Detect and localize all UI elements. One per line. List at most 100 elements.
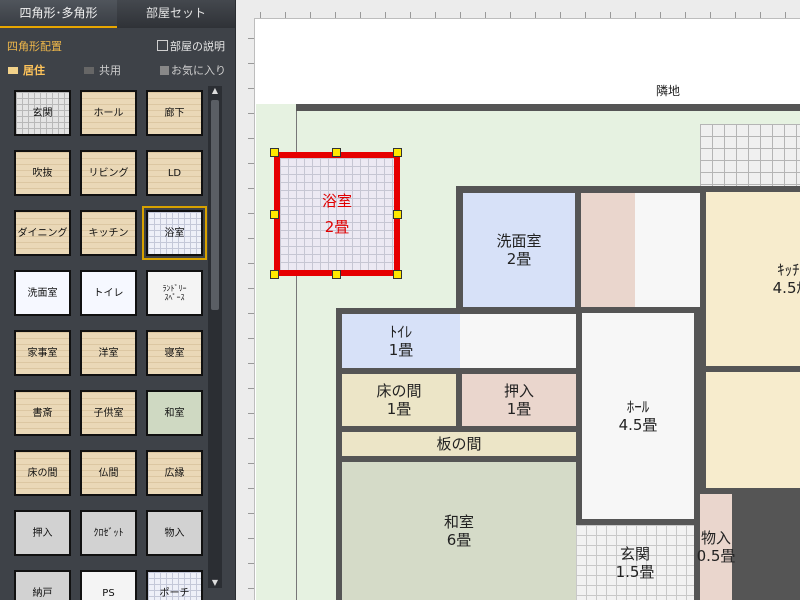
- ruler-tick: [248, 463, 254, 464]
- room-right-lower[interactable]: [700, 366, 800, 494]
- room-genkan[interactable]: 玄関 1.5畳: [576, 519, 700, 600]
- palette-item-closet[interactable]: ｸﾛｾﾞｯﾄ: [80, 510, 137, 556]
- palette-item-ps[interactable]: PS: [80, 570, 137, 600]
- ruler-tick: [435, 12, 436, 18]
- room-description-checkbox[interactable]: 部屋の説明: [157, 38, 225, 54]
- ruler-tick: [735, 12, 736, 18]
- room-bathroom-selected[interactable]: 浴室 2畳: [274, 152, 400, 276]
- resize-handle[interactable]: [270, 270, 279, 279]
- resize-handle[interactable]: [393, 148, 402, 157]
- palette-item-kids-room[interactable]: 子供室: [80, 390, 137, 436]
- palette-item-western-room[interactable]: 洋室: [80, 330, 137, 376]
- floor-plan-canvas[interactable]: 隣地 洗面室 2畳 ﾄｲﾚ 1畳 床の間 1畳 押入 1畳 ﾎｰﾙ 4.5畳 板…: [236, 0, 800, 600]
- neighbor-lot-label: 隣地: [656, 84, 681, 98]
- ruler-tick: [248, 313, 254, 314]
- palette-item-utility-room[interactable]: 家事室: [14, 330, 71, 376]
- room-washroom[interactable]: 洗面室 2畳: [457, 187, 581, 313]
- resize-handle[interactable]: [270, 210, 279, 219]
- palette-item-living[interactable]: リビング: [80, 150, 137, 196]
- room-monoire[interactable]: 物入 0.5畳: [694, 488, 738, 600]
- palette-item-butsuma[interactable]: 仏間: [80, 450, 137, 496]
- corridor[interactable]: [635, 187, 701, 313]
- palette-item-oshiire[interactable]: 押入: [14, 510, 71, 556]
- palette-item-engawa[interactable]: 広縁: [146, 450, 203, 496]
- palette-item-kitchen[interactable]: キッチン: [80, 210, 137, 256]
- ruler-tick: [510, 12, 511, 18]
- ruler-tick: [248, 163, 254, 164]
- ruler-tick: [460, 12, 461, 18]
- palette-item-japanese-room[interactable]: 和室: [146, 390, 203, 436]
- ruler-tick: [485, 12, 486, 18]
- palette-item-bathroom[interactable]: 浴室: [142, 206, 207, 260]
- room-oshiire[interactable]: 押入 1畳: [456, 368, 582, 432]
- ruler-tick: [360, 12, 361, 18]
- folder-icon: [84, 67, 94, 74]
- ruler-tick: [248, 513, 254, 514]
- room-palette-panel: 四角形･多角形 部屋セット 四角形配置 部屋の説明 居住 共用 お気に入り 玄関…: [0, 0, 236, 600]
- palette-item-bedroom[interactable]: 寝室: [146, 330, 203, 376]
- resize-handle[interactable]: [332, 270, 341, 279]
- ruler-tick: [248, 538, 254, 539]
- ruler-tick: [248, 238, 254, 239]
- room-japanese[interactable]: 和室 6畳: [336, 456, 582, 600]
- ruler-tick: [248, 138, 254, 139]
- resize-handle[interactable]: [393, 210, 402, 219]
- ruler-tick: [710, 12, 711, 18]
- ruler-tick: [248, 438, 254, 439]
- ruler-tick: [248, 388, 254, 389]
- ruler-tick: [248, 363, 254, 364]
- room-hall[interactable]: ﾎｰﾙ 4.5畳: [576, 313, 700, 525]
- ruler-tick: [785, 12, 786, 18]
- favorite-icon: [160, 66, 169, 75]
- top-ruler: [236, 0, 800, 19]
- palette-item-genkan[interactable]: 玄関: [14, 90, 71, 136]
- scroll-thumb[interactable]: [211, 100, 219, 310]
- ruler-tick: [248, 63, 254, 64]
- ruler-tick: [560, 12, 561, 18]
- palette-item-dining[interactable]: ダイニング: [14, 210, 71, 256]
- palette-item-atrium[interactable]: 吹抜: [14, 150, 71, 196]
- checkbox-icon: [157, 40, 168, 51]
- room-storage-small[interactable]: [575, 187, 641, 313]
- palette-item-storage[interactable]: 物入: [146, 510, 203, 556]
- category-label: 居住: [23, 64, 45, 77]
- ruler-tick: [385, 12, 386, 18]
- category-shared[interactable]: 共用: [84, 62, 121, 78]
- resize-handle[interactable]: [332, 148, 341, 157]
- room-kitchen[interactable]: ｷｯﾁ 4.5ｶ: [700, 186, 800, 372]
- category-favorites[interactable]: お気に入り: [160, 62, 226, 78]
- ruler-tick: [248, 38, 254, 39]
- palette-item-toilet[interactable]: トイレ: [80, 270, 137, 316]
- palette-item-porch[interactable]: ポーチ: [146, 570, 203, 600]
- ruler-tick: [760, 12, 761, 18]
- tab-room-set[interactable]: 部屋セット: [117, 0, 235, 28]
- ruler-tick: [410, 12, 411, 18]
- scroll-up-arrow-icon[interactable]: ▲: [208, 86, 222, 96]
- palette-item-study[interactable]: 書斎: [14, 390, 71, 436]
- palette-item-laundry[interactable]: ﾗﾝﾄﾞﾘｰ ｽﾍﾟｰｽ: [146, 270, 203, 316]
- ruler-tick: [248, 263, 254, 264]
- ruler-tick: [248, 213, 254, 214]
- palette-scrollbar[interactable]: ▲ ▼: [208, 86, 222, 588]
- palette-item-ld[interactable]: LD: [146, 150, 203, 196]
- palette-item-tokonoma[interactable]: 床の間: [14, 450, 71, 496]
- palette-item-nando[interactable]: 納戸: [14, 570, 71, 600]
- exterior-tile-area: [700, 124, 800, 188]
- room-tokonoma[interactable]: 床の間 1畳: [336, 368, 462, 432]
- tab-rect-polygon[interactable]: 四角形･多角形: [0, 0, 117, 28]
- scroll-down-arrow-icon[interactable]: ▼: [208, 578, 222, 588]
- palette-item-washroom[interactable]: 洗面室: [14, 270, 71, 316]
- category-residential[interactable]: 居住: [8, 62, 45, 78]
- ruler-tick: [248, 413, 254, 414]
- ruler-tick: [685, 12, 686, 18]
- ruler-tick: [585, 12, 586, 18]
- ruler-tick: [248, 188, 254, 189]
- palette-item-hall[interactable]: ホール: [80, 90, 137, 136]
- palette-item-corridor[interactable]: 廊下: [146, 90, 203, 136]
- resize-handle[interactable]: [393, 270, 402, 279]
- room-toilet[interactable]: ﾄｲﾚ 1畳: [336, 308, 466, 374]
- resize-handle[interactable]: [270, 148, 279, 157]
- ruler-tick: [248, 88, 254, 89]
- ruler-tick: [660, 12, 661, 18]
- room-palette-grid: 玄関 ホール 廊下 吹抜 リビング LD ダイニング キッチン 浴室 洗面室 ト…: [0, 80, 210, 600]
